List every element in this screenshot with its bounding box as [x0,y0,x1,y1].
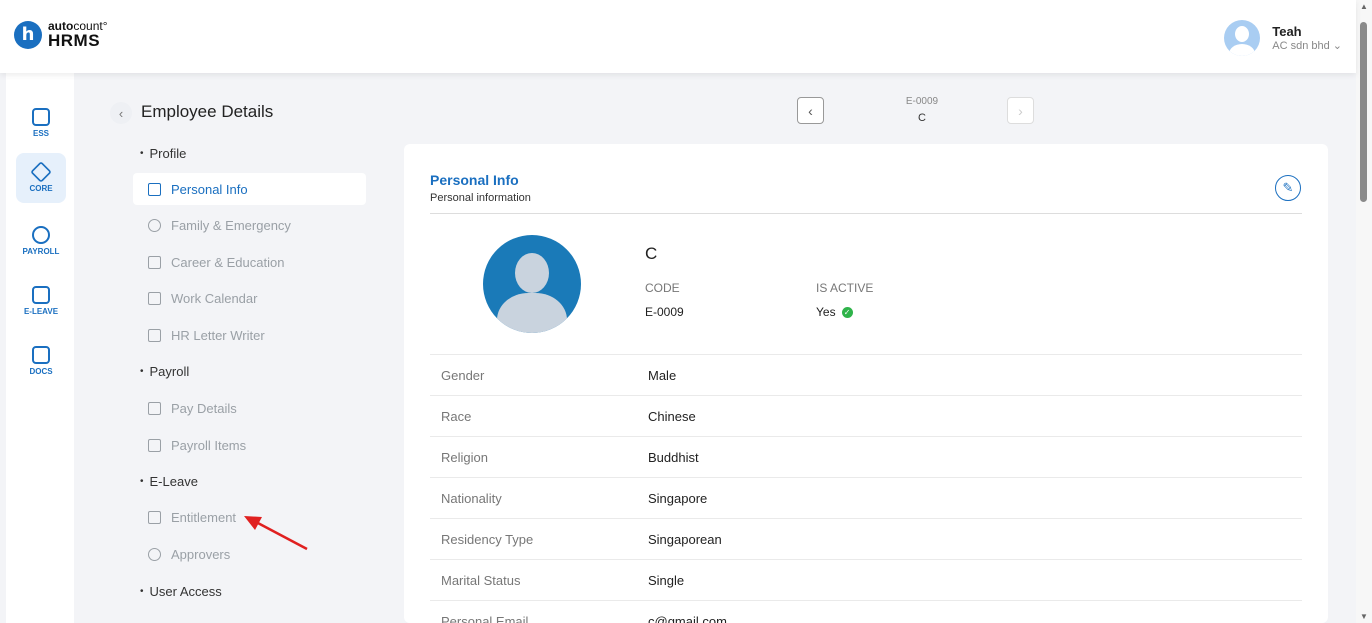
nav-section-eleave: E-Leave [140,474,198,489]
calendar-icon [32,286,50,304]
pencil-icon: ✎ [1282,180,1294,195]
rail-item-eleave[interactable]: E-LEAVE [16,276,66,326]
document-icon [32,346,50,364]
user-name: Teah [1272,24,1302,39]
nav-item-personal-info[interactable]: Personal Info [133,173,366,205]
personal-info-card: Personal Info Personal information ✎ C C… [404,144,1328,623]
bank-icon [148,401,161,415]
list-icon [148,438,161,452]
previous-record-button[interactable]: ‹ [797,97,824,124]
nav-item-approvers[interactable]: Approvers [133,538,366,570]
dollar-icon [32,226,50,244]
chevron-down-icon: ⌄ [1332,40,1342,52]
page-scrollbar[interactable]: ▲ ▼ [1356,0,1372,623]
rail-item-core[interactable]: CORE [16,153,66,203]
logo-mark: ° [102,19,108,33]
user-icon [148,547,161,561]
scroll-thumb[interactable] [1360,22,1367,202]
check-circle-icon: ✓ [841,306,853,318]
employee-avatar [483,235,581,333]
detail-row: Personal Email c@gmail.com [430,600,1302,623]
nav-section-user-access: User Access [140,584,222,599]
detail-row: Religion Buddhist [430,436,1302,477]
nav-section-payroll: Payroll [140,364,190,379]
module-rail: ESS CORE PAYROLL E-LEAVE DOCS [6,73,74,623]
id-card-icon [32,108,50,126]
detail-row: Marital Status Single [430,559,1302,600]
nav-item-family-emergency[interactable]: Family & Emergency [133,209,366,241]
card-title: Personal Info [430,172,519,188]
scroll-down-icon[interactable]: ▼ [1360,612,1368,621]
edit-button[interactable]: ✎ [1275,175,1301,201]
employee-name: C [645,244,658,263]
nav-item-payroll-items[interactable]: Payroll Items [133,429,366,461]
id-badge-icon [148,182,161,196]
divider [430,213,1302,214]
edit-document-icon [148,328,161,342]
calendar-icon [148,291,161,305]
briefcase-icon [148,255,161,269]
calendar-check-icon [148,510,161,524]
user-company: AC sdn bhd [1272,40,1330,52]
user-menu[interactable]: Teah AC sdn bhd ⌄ [1224,20,1342,56]
rail-item-ess[interactable]: ESS [16,98,66,148]
cube-icon [30,161,52,183]
record-code: E-0009 [905,96,939,107]
detail-row: Nationality Singapore [430,477,1302,518]
nav-item-work-calendar[interactable]: Work Calendar [133,282,366,314]
logo-icon: h [14,20,42,49]
detail-row: Gender Male [430,354,1302,395]
family-icon [148,218,161,232]
code-label: CODE [645,281,680,295]
top-bar: h autocount° HRMS Teah AC sdn bhd ⌄ [0,0,1356,73]
page-title: Employee Details [141,102,274,121]
avatar [1224,20,1261,56]
chevron-right-icon: › [1018,102,1023,119]
nav-section-profile: Profile [140,146,187,161]
is-active-label: IS ACTIVE [816,281,874,295]
code-value: E-0009 [645,305,684,319]
back-button[interactable]: ‹ [110,102,132,124]
chevron-left-icon: ‹ [118,105,124,121]
chevron-left-icon: ‹ [808,102,813,119]
scroll-up-icon[interactable]: ▲ [1360,2,1368,11]
nav-item-entitlement[interactable]: Entitlement [133,501,366,533]
next-record-button[interactable]: › [1007,97,1034,124]
nav-item-hr-letter-writer[interactable]: HR Letter Writer [133,319,366,351]
detail-row: Race Chinese [430,395,1302,436]
card-subtitle: Personal information [430,192,531,204]
rail-item-payroll[interactable]: PAYROLL [16,216,66,266]
details-list: Gender Male Race Chinese Religion Buddhist … [430,354,1302,623]
detail-row: Residency Type Singaporean [430,518,1302,559]
is-active-value: Yes ✓ [816,305,853,319]
record-name: C [918,112,926,124]
rail-item-docs[interactable]: DOCS [16,336,66,386]
nav-item-career-education[interactable]: Career & Education [133,246,366,278]
nav-item-pay-details[interactable]: Pay Details [133,392,366,424]
app-logo[interactable]: h autocount° HRMS [14,20,108,49]
logo-bottom: HRMS [48,31,101,50]
